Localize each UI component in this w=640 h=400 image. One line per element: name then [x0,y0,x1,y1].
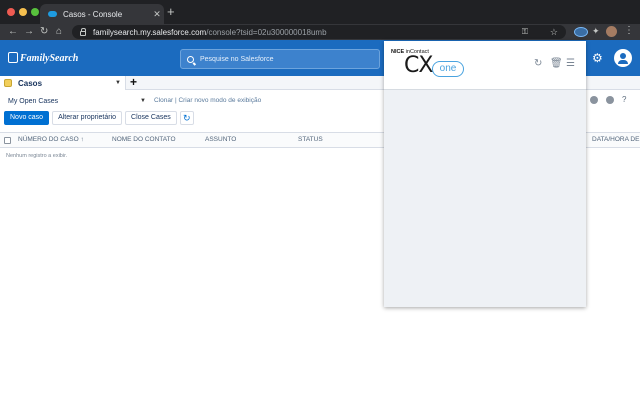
cxone-popup-header: NICE inContact CX one ↻ 🗑 ☰ [384,41,586,90]
kebab-menu-icon[interactable]: ⋮ [624,25,634,36]
help-icon[interactable]: ? [622,96,630,104]
logo-text: FamilySearch [20,53,79,64]
column-subject[interactable]: ASSUNTO [205,136,236,143]
cx-logo: CX [404,53,433,78]
window-zoom-button[interactable] [31,8,39,16]
window-close-button[interactable] [7,8,15,16]
chat-icon[interactable] [590,96,598,104]
search-icon [187,55,194,63]
new-tab-button[interactable]: + [167,5,175,19]
utility-icons: ? [590,96,630,104]
tab-casos[interactable]: Casos ▼ [0,76,126,90]
user-avatar[interactable] [614,49,632,67]
global-search-input[interactable]: Pesquise no Salesforce [180,49,380,69]
salesforce-cloud-icon [48,11,57,17]
browser-tab-bar: Casos - Console ✕ + [0,0,640,24]
empty-message: Nenhum registro a exibir. [6,153,68,159]
trash-icon[interactable]: 🗑 [550,59,563,69]
settings-circle-icon[interactable] [606,96,614,104]
column-status[interactable]: STATUS [298,136,323,143]
back-icon[interactable]: ← [8,24,18,40]
tab-label: Casos [18,78,43,88]
cxone-extension-icon[interactable] [574,27,588,37]
refresh-button[interactable]: ↻ [179,111,194,125]
browser-toolbar: ← → ↻ ⌂ familysearch.my.salesforce.com /… [0,24,640,40]
select-all-checkbox[interactable] [4,137,11,144]
lock-icon[interactable] [80,27,86,36]
window-minimize-button[interactable] [19,8,27,16]
puzzle-icon[interactable]: ✦ [592,26,600,37]
profile-avatar[interactable] [606,26,617,37]
forward-icon[interactable]: → [24,24,34,40]
home-icon[interactable]: ⌂ [56,24,62,40]
browser-tab-casos-console[interactable]: Casos - Console ✕ [40,4,164,24]
change-owner-button[interactable]: Alterar proprietário [52,111,123,125]
tab-title: Casos - Console [63,9,123,19]
search-placeholder: Pesquise no Salesforce [200,55,274,63]
close-cases-button[interactable]: Close Cases [125,111,177,125]
column-case-number[interactable]: NÚMERO DO CASO ↑ [18,136,84,143]
url-host: familysearch.my.salesforce.com [93,27,207,37]
address-bar[interactable]: familysearch.my.salesforce.com /console?… [72,25,566,39]
add-tab-button[interactable]: + [130,76,137,89]
one-cloud-logo: one [432,61,464,77]
cxone-extension-popup: NICE inContact CX one ↻ 🗑 ☰ [384,41,586,307]
close-icon[interactable]: ✕ [150,9,164,20]
new-case-button[interactable]: Novo caso [4,111,50,125]
tree-icon [8,52,18,63]
reload-icon[interactable]: ↻ [40,24,48,40]
list-view-select[interactable]: My Open Cases ▼ [4,95,146,107]
familysearch-logo[interactable]: FamilySearch [8,52,78,64]
action-buttons: Novo caso Alterar proprietário Close Cas… [4,111,194,125]
folder-icon [4,79,12,87]
view-links[interactable]: Clonar | Criar novo modo de exibição [154,97,261,104]
key-icon[interactable]: ⚿ [522,25,528,39]
star-icon[interactable]: ☆ [550,25,558,39]
gear-icon[interactable]: ⚙ [592,51,603,65]
column-opened-date[interactable]: DATA/HORA DE ABE [592,136,640,143]
chevron-down-icon[interactable]: ▼ [115,80,121,86]
chevron-down-icon: ▼ [140,98,146,104]
filter-list-icon[interactable]: ☰ [566,59,575,69]
url-path: /console?tsid=02u300000018umb [206,27,327,37]
list-view-selected: My Open Cases [8,97,59,105]
column-contact-name[interactable]: NOME DO CONTATO [112,136,176,143]
refresh-icon[interactable]: ↻ [534,59,542,69]
